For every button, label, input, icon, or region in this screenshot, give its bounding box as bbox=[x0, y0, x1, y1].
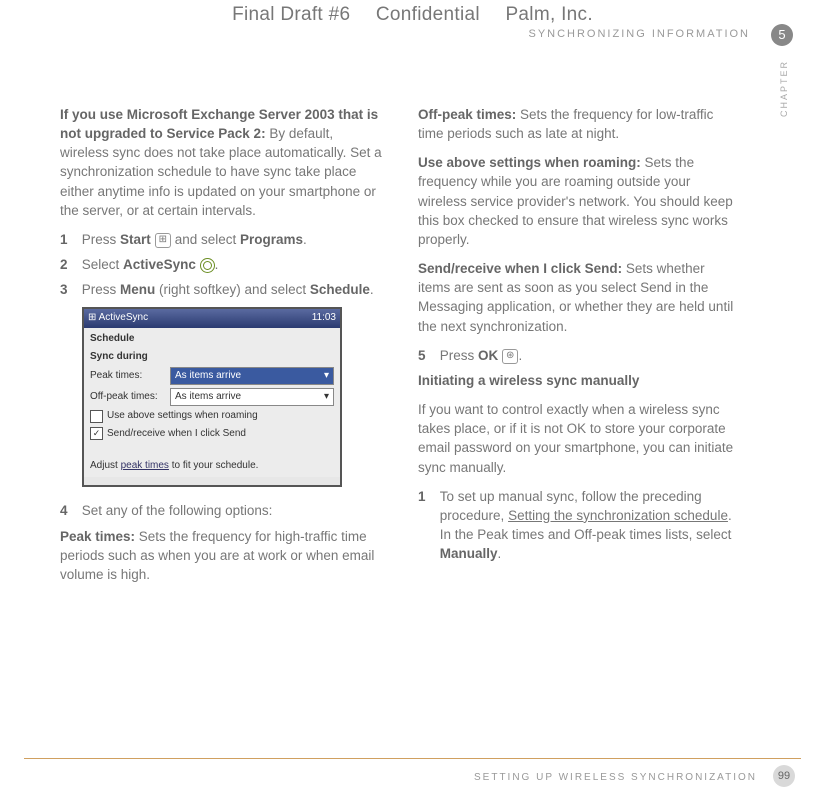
confidential-label: Confidential bbox=[376, 4, 480, 25]
step-4: 4 Set any of the following options: bbox=[60, 501, 382, 520]
header-line: Final Draft #6 Confidential Palm, Inc. bbox=[0, 4, 825, 26]
intro-paragraph: If you use Microsoft Exchange Server 200… bbox=[60, 105, 382, 220]
ss-roaming-label: Use above settings when roaming bbox=[107, 409, 258, 423]
ss-titlebar: ⊞ ActiveSync 11:03 bbox=[84, 309, 340, 327]
chapter-number-badge: 5 bbox=[771, 24, 793, 46]
ss-clock: 11:03 bbox=[312, 311, 336, 325]
activesync-screenshot: ⊞ ActiveSync 11:03 Schedule Sync during … bbox=[82, 307, 342, 487]
ss-roaming-checkbox bbox=[90, 410, 103, 423]
step-text: Select ActiveSync . bbox=[82, 255, 380, 274]
ss-body: Schedule Sync during Peak times: As item… bbox=[84, 328, 340, 477]
right-column: Off-peak times: Sets the frequency for l… bbox=[418, 105, 740, 594]
ss-peak-dropdown: As items arrive▾ bbox=[170, 367, 334, 385]
manual-sync-intro: If you want to control exactly when a wi… bbox=[418, 400, 740, 477]
step-text: To set up manual sync, follow the preced… bbox=[440, 487, 738, 564]
chevron-down-icon: ▾ bbox=[324, 390, 329, 404]
ss-send-checkbox: ✓ bbox=[90, 427, 103, 440]
peak-times-option: Peak times: Sets the frequency for high-… bbox=[60, 527, 382, 584]
step-text: Press Start ⊞ and select Programs. bbox=[82, 230, 380, 249]
offpeak-option: Off-peak times: Sets the frequency for l… bbox=[418, 105, 740, 143]
step-number: 3 bbox=[60, 280, 78, 299]
windows-flag-icon: ⊞ bbox=[88, 312, 96, 323]
section-title: SYNCHRONIZING INFORMATION bbox=[528, 28, 750, 40]
page-number-badge: 99 bbox=[773, 765, 795, 787]
draft-label: Final Draft #6 bbox=[232, 4, 350, 25]
send-option: Send/receive when I click Send: Sets whe… bbox=[418, 259, 740, 336]
content-area: If you use Microsoft Exchange Server 200… bbox=[60, 105, 740, 594]
step-number: 5 bbox=[418, 346, 436, 365]
manual-sync-title: Initiating a wireless sync manually bbox=[418, 371, 740, 390]
ss-adjust-line: Adjust peak times to fit your schedule. bbox=[90, 459, 334, 473]
windows-start-icon: ⊞ bbox=[155, 233, 171, 248]
ss-sync-during: Sync during bbox=[90, 350, 334, 364]
ss-offpeak-label: Off-peak times: bbox=[90, 390, 166, 404]
activesync-icon bbox=[200, 258, 215, 273]
ss-heading: Schedule bbox=[90, 332, 334, 346]
footer-rule bbox=[24, 758, 801, 759]
manual-step-1: 1 To set up manual sync, follow the prec… bbox=[418, 487, 740, 564]
left-column: If you use Microsoft Exchange Server 200… bbox=[60, 105, 382, 594]
header: Final Draft #6 Confidential Palm, Inc. bbox=[0, 4, 825, 26]
step-number: 1 bbox=[60, 230, 78, 249]
step-text: Press OK ⊛. bbox=[440, 346, 738, 365]
ss-offpeak-dropdown: As items arrive▾ bbox=[170, 388, 334, 406]
step-5: 5 Press OK ⊛. bbox=[418, 346, 740, 365]
step-2: 2 Select ActiveSync . bbox=[60, 255, 382, 274]
step-text: Press Menu (right softkey) and select Sc… bbox=[82, 280, 380, 299]
footer-text: SETTING UP WIRELESS SYNCHRONIZATION bbox=[474, 772, 757, 783]
step-number: 1 bbox=[418, 487, 436, 506]
step-number: 2 bbox=[60, 255, 78, 274]
cross-ref-link: Setting the synchronization schedule bbox=[508, 508, 728, 523]
step-1: 1 Press Start ⊞ and select Programs. bbox=[60, 230, 382, 249]
ss-peak-times-link: peak times bbox=[121, 460, 169, 471]
chapter-label: CHAPTER bbox=[779, 60, 789, 117]
ss-send-label: Send/receive when I click Send bbox=[107, 427, 246, 441]
step-number: 4 bbox=[60, 501, 78, 520]
chevron-down-icon: ▾ bbox=[324, 369, 329, 383]
roaming-option: Use above settings when roaming: Sets th… bbox=[418, 153, 740, 249]
step-3: 3 Press Menu (right softkey) and select … bbox=[60, 280, 382, 299]
ss-peak-label: Peak times: bbox=[90, 369, 166, 383]
company-label: Palm, Inc. bbox=[505, 4, 592, 25]
step-text: Set any of the following options: bbox=[82, 501, 380, 520]
ok-button-icon: ⊛ bbox=[502, 349, 518, 364]
